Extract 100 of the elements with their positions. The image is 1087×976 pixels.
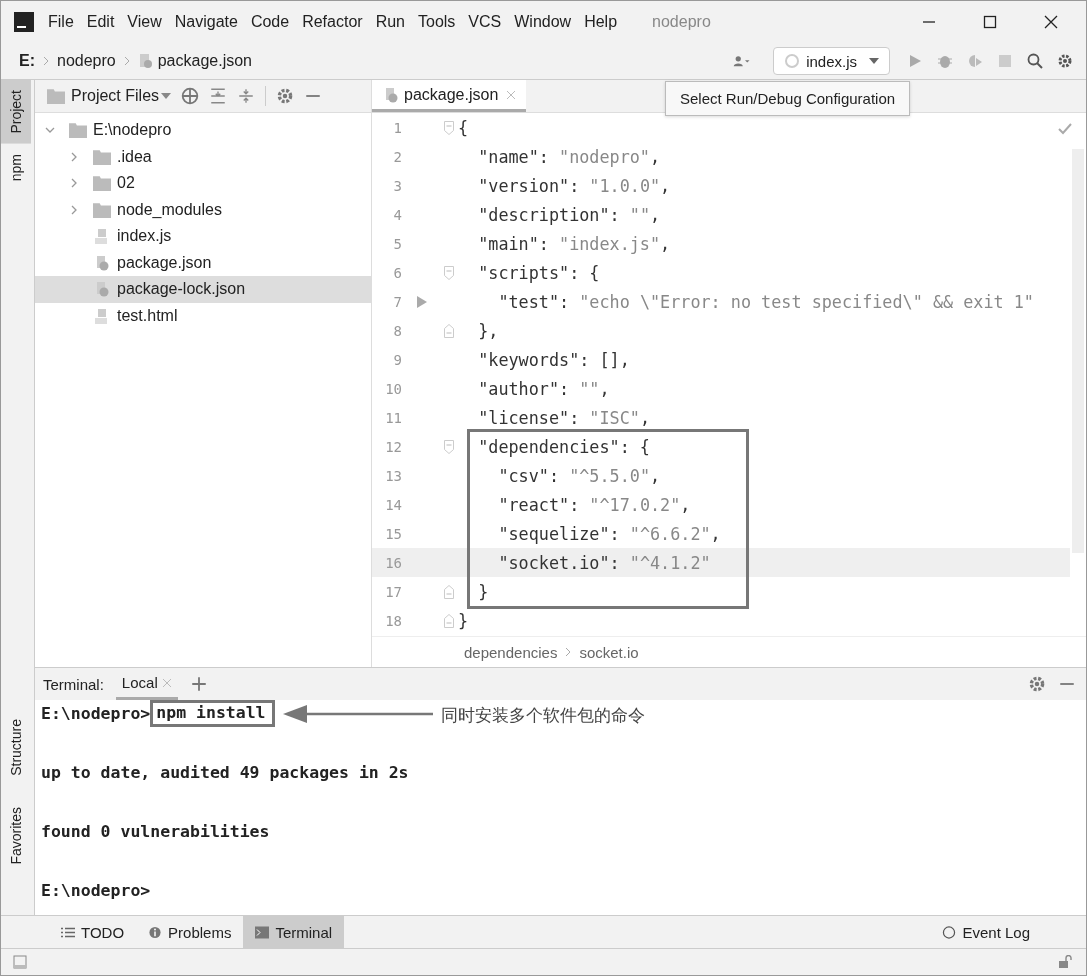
breadcrumb[interactable]: socket.io [579, 643, 639, 661]
locate-icon[interactable] [181, 87, 200, 105]
settings-icon[interactable] [1056, 53, 1074, 69]
code-line: } [458, 610, 469, 631]
run-icon[interactable] [417, 295, 427, 308]
editor-tab[interactable]: package.json [372, 80, 527, 112]
code-line: "scripts": { [477, 262, 600, 283]
folder-icon [47, 88, 65, 104]
run-configuration-dropdown[interactable]: index.js [773, 47, 890, 75]
close-icon[interactable] [1044, 15, 1058, 29]
line-number: 9 [392, 351, 402, 368]
app-logo-icon [14, 12, 34, 32]
config-icon [784, 53, 801, 69]
debug-icon[interactable] [936, 53, 954, 69]
settings-icon[interactable] [276, 87, 295, 105]
line-number: 2 [392, 148, 402, 165]
terminal-output: up to date, audited 49 packages in 2s [41, 763, 409, 782]
folder-icon [69, 122, 87, 139]
line-number: 3 [392, 177, 402, 194]
chevron-icon[interactable] [69, 204, 79, 215]
expand-all-icon[interactable] [209, 87, 228, 105]
search-icon[interactable] [1026, 53, 1044, 69]
menu-item[interactable]: Help [584, 13, 618, 31]
collapse-all-icon[interactable] [237, 87, 256, 105]
tool-window-tab[interactable]: Structure [1, 708, 34, 786]
tree-item[interactable]: E:\nodepro [93, 121, 172, 140]
code-line: "socket.io": "^4.1.2" [497, 552, 711, 573]
window-icon[interactable] [13, 955, 27, 969]
breadcrumb[interactable]: E: [19, 52, 35, 70]
tree-item[interactable]: index.js [117, 227, 172, 246]
event-log-button[interactable]: Event Log [930, 916, 1042, 948]
line-number: 18 [384, 612, 402, 629]
line-number: 13 [384, 467, 402, 484]
menu-item[interactable]: Refactor [302, 13, 363, 31]
tree-item[interactable]: .idea [117, 147, 152, 166]
tool-window-tab[interactable]: npm [1, 143, 31, 191]
tool-window-tab[interactable]: Project [1, 80, 31, 144]
line-number: 17 [384, 583, 402, 600]
tree-item[interactable]: test.html [117, 306, 178, 325]
code-line: "dependencies": { [477, 436, 650, 457]
terminal-tab[interactable]: Local [115, 668, 178, 700]
chevron-icon [123, 56, 130, 66]
info-icon [148, 925, 163, 939]
menu-item[interactable]: Edit [86, 13, 115, 31]
chevron-icon[interactable] [69, 178, 79, 189]
caret-icon [869, 58, 879, 64]
tool-window-button[interactable]: Terminal [243, 916, 345, 948]
terminal-prompt: E:\nodepro> [41, 704, 151, 723]
menu-item[interactable]: Code [250, 13, 290, 31]
line-number: 7 [392, 293, 402, 310]
settings-icon[interactable] [1028, 675, 1046, 693]
annotation-text: 同时安装多个软件包的命令 [440, 704, 645, 727]
tree-item[interactable]: package.json [117, 253, 212, 272]
line-number: 5 [392, 235, 402, 252]
menu-item[interactable]: View [127, 13, 162, 31]
fold-icon[interactable] [444, 265, 454, 280]
lock-icon[interactable] [1058, 955, 1072, 969]
folder-icon [93, 175, 111, 192]
folder-icon [93, 201, 111, 218]
code-line: }, [477, 320, 499, 341]
line-number: 11 [384, 409, 402, 426]
add-icon[interactable] [189, 675, 208, 693]
fold-icon[interactable] [444, 323, 454, 338]
breadcrumb[interactable]: package.json [157, 52, 252, 70]
menu-item[interactable]: Window [514, 13, 572, 31]
fold-icon[interactable] [444, 439, 454, 454]
coverage-icon[interactable] [966, 53, 984, 69]
tool-window-button[interactable]: TODO [49, 916, 137, 948]
tool-window-button[interactable]: Problems [136, 916, 244, 948]
project-view-dropdown[interactable]: Project Files [71, 87, 160, 105]
fold-icon[interactable] [444, 613, 454, 628]
breadcrumb[interactable]: nodepro [57, 52, 116, 70]
panel-title: Terminal: [43, 675, 104, 693]
menu-item[interactable]: Tools [418, 13, 456, 31]
code-line: "keywords": [], [477, 349, 630, 370]
stop-icon[interactable] [996, 53, 1014, 69]
menu-item[interactable]: VCS [468, 13, 502, 31]
code-line: { [458, 117, 469, 138]
menu-item[interactable]: File [48, 13, 74, 31]
fold-icon[interactable] [444, 584, 454, 599]
user-icon[interactable] [733, 53, 752, 69]
fold-icon[interactable] [444, 120, 454, 135]
balloon-icon [942, 925, 957, 939]
code-line: "description": "", [477, 204, 661, 225]
terminal-command: npm install [150, 700, 275, 727]
tool-window-tab[interactable]: Favorites [1, 797, 34, 875]
tree-item[interactable]: 02 [117, 174, 135, 193]
maximize-icon[interactable] [983, 15, 997, 29]
terminal-icon [255, 925, 270, 939]
terminal-prompt: E:\nodepro> [41, 881, 151, 900]
menu-item[interactable]: Run [375, 13, 405, 31]
tree-item[interactable]: node_modules [117, 200, 222, 219]
breadcrumb[interactable]: dependencies [464, 643, 558, 661]
chevron-icon[interactable] [69, 151, 79, 162]
line-number: 8 [392, 322, 402, 339]
code-line: "author": "", [477, 378, 610, 399]
caret-icon[interactable] [161, 93, 172, 99]
line-number: 15 [384, 525, 402, 542]
code-line: "test": "echo \"Error: no test specified\" && exit 1" [497, 291, 1034, 312]
menu-item[interactable]: Navigate [174, 13, 238, 31]
